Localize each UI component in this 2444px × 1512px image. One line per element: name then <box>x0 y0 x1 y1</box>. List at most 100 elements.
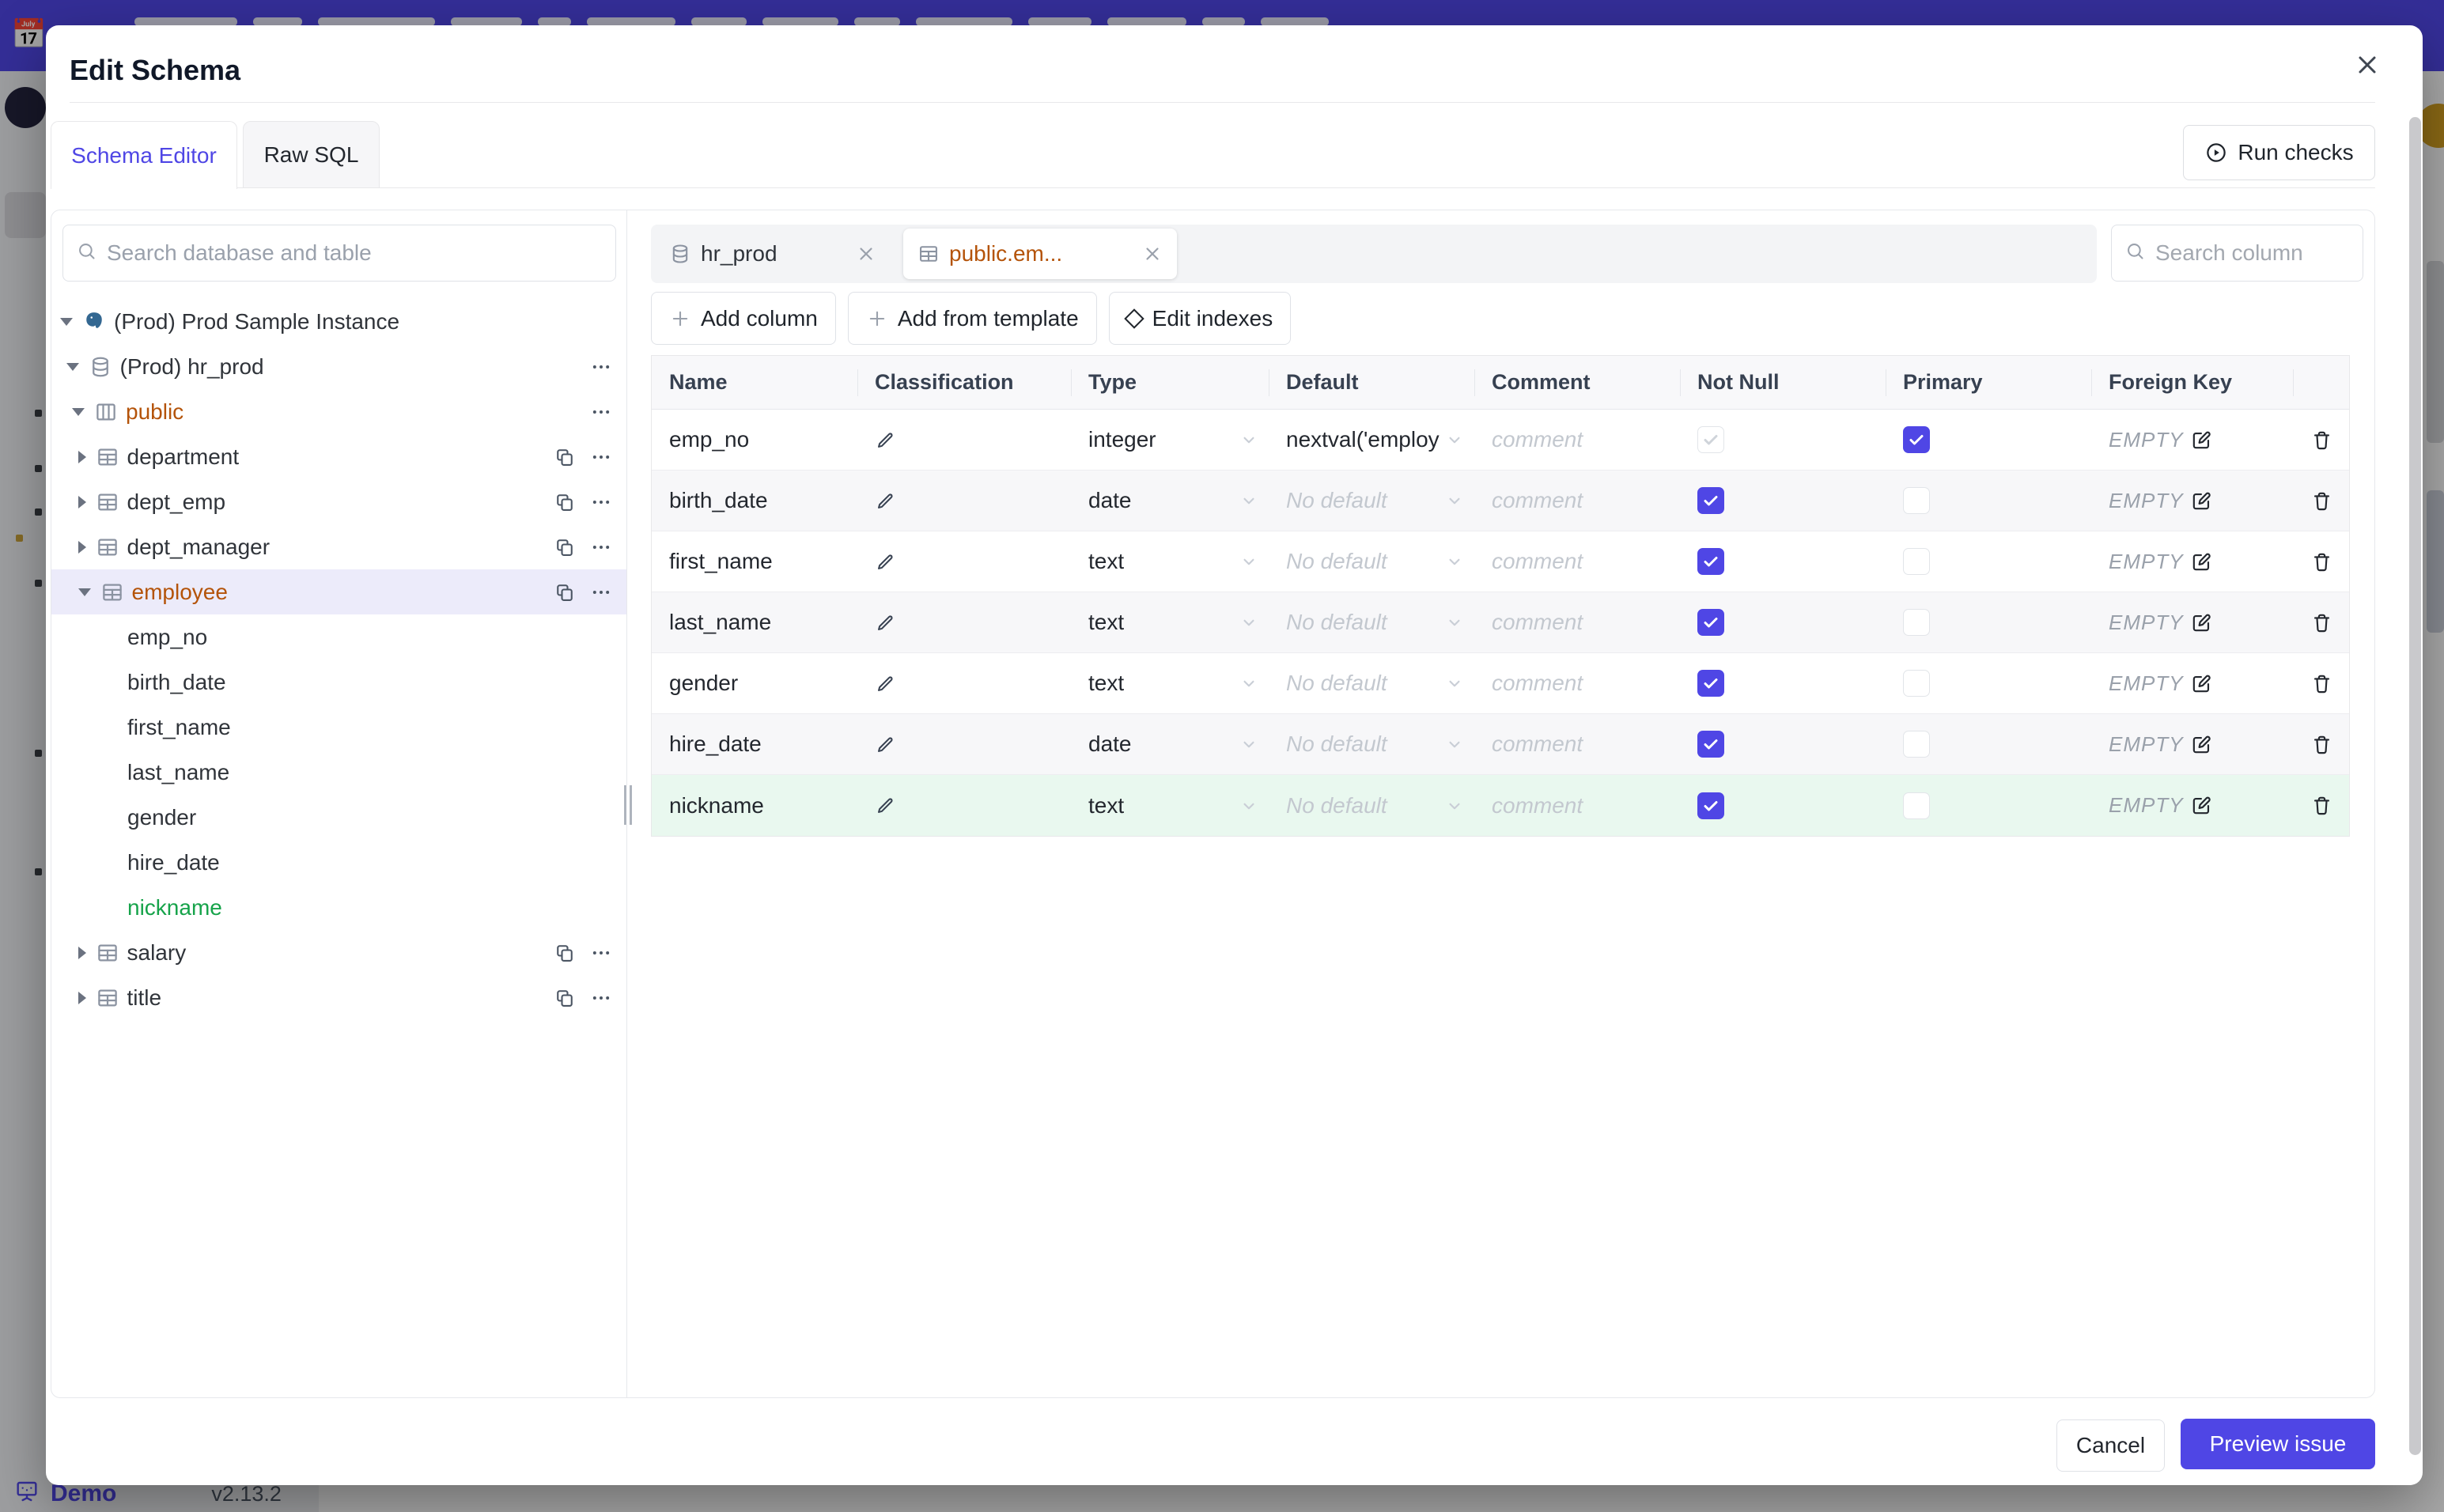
tree-item-first_name[interactable]: first_name <box>51 705 626 750</box>
column-search-input[interactable] <box>2155 240 2321 266</box>
trash-icon[interactable] <box>2310 429 2333 452</box>
more-icon[interactable] <box>590 356 612 378</box>
tree-item-dept_manager[interactable]: dept_manager <box>51 524 626 569</box>
more-icon[interactable] <box>590 401 612 423</box>
modal-scrollbar[interactable] <box>2409 117 2421 1455</box>
copy-icon[interactable] <box>554 581 576 603</box>
primary-checkbox-unchecked[interactable] <box>1903 670 1930 697</box>
comment-field[interactable]: comment <box>1474 410 1680 470</box>
primary-checkbox-unchecked[interactable] <box>1903 487 1930 514</box>
trash-icon[interactable] <box>2310 490 2333 512</box>
tree-item-department[interactable]: department <box>51 434 626 479</box>
copy-icon[interactable] <box>554 536 576 558</box>
tree-item-dept_emp[interactable]: dept_emp <box>51 479 626 524</box>
comment-field[interactable]: comment <box>1474 775 1680 836</box>
comment-field[interactable]: comment <box>1474 471 1680 531</box>
trash-icon[interactable] <box>2310 794 2333 817</box>
cancel-button[interactable]: Cancel <box>2056 1419 2165 1472</box>
default-select[interactable]: No default <box>1269 531 1474 592</box>
copy-icon[interactable] <box>554 491 576 513</box>
trash-icon[interactable] <box>2310 611 2333 634</box>
default-select[interactable]: No default <box>1269 653 1474 713</box>
tree-item--prod-hr_prod[interactable]: (Prod) hr_prod <box>51 344 626 389</box>
edit-foreign-key-icon[interactable] <box>2190 611 2213 634</box>
edit-foreign-key-icon[interactable] <box>2190 429 2213 452</box>
type-select[interactable]: date <box>1071 471 1269 531</box>
caret-down-icon[interactable] <box>78 588 91 596</box>
more-icon[interactable] <box>590 491 612 513</box>
tree-item-public[interactable]: public <box>51 389 626 434</box>
type-select[interactable]: text <box>1071 531 1269 592</box>
column-name-cell[interactable]: last_name <box>652 592 857 652</box>
tree-item-employee[interactable]: employee <box>51 569 626 614</box>
comment-field[interactable]: comment <box>1474 531 1680 592</box>
editor-tab-public-em-[interactable]: public.em... <box>903 229 1177 279</box>
copy-icon[interactable] <box>554 987 576 1009</box>
trash-icon[interactable] <box>2310 550 2333 573</box>
tree-search-input[interactable] <box>107 240 603 266</box>
tab-raw-sql[interactable]: Raw SQL <box>243 121 380 188</box>
editor-tab-hr_prod[interactable]: hr_prod <box>655 229 891 279</box>
type-select[interactable]: date <box>1071 714 1269 774</box>
caret-down-icon[interactable] <box>72 407 85 416</box>
default-select[interactable]: nextval('employ <box>1269 410 1474 470</box>
caret-right-icon[interactable] <box>78 450 86 463</box>
pencil-icon[interactable] <box>875 673 896 694</box>
tree-item-last_name[interactable]: last_name <box>51 750 626 795</box>
type-select[interactable]: text <box>1071 592 1269 652</box>
pencil-icon[interactable] <box>875 429 896 451</box>
primary-checkbox-checked[interactable] <box>1903 426 1930 453</box>
column-name-cell[interactable]: hire_date <box>652 714 857 774</box>
tree-item-emp_no[interactable]: emp_no <box>51 614 626 660</box>
column-name-cell[interactable]: emp_no <box>652 410 857 470</box>
trash-icon[interactable] <box>2310 672 2333 695</box>
caret-right-icon[interactable] <box>78 540 86 554</box>
pencil-icon[interactable] <box>875 490 896 512</box>
tab-schema-editor[interactable]: Schema Editor <box>51 121 237 189</box>
caret-right-icon[interactable] <box>78 991 86 1004</box>
default-select[interactable]: No default <box>1269 775 1474 836</box>
default-select[interactable]: No default <box>1269 714 1474 774</box>
tree-item-nickname[interactable]: nickname <box>51 885 626 930</box>
more-icon[interactable] <box>590 581 612 603</box>
primary-checkbox-unchecked[interactable] <box>1903 792 1930 819</box>
run-checks-button[interactable]: Run checks <box>2183 125 2375 180</box>
add-from-template-button[interactable]: Add from template <box>847 292 1097 345</box>
close-icon[interactable] <box>2348 46 2386 84</box>
edit-foreign-key-icon[interactable] <box>2190 794 2213 817</box>
more-icon[interactable] <box>590 446 612 468</box>
comment-field[interactable]: comment <box>1474 714 1680 774</box>
column-name-cell[interactable]: first_name <box>652 531 857 592</box>
trash-icon[interactable] <box>2310 733 2333 756</box>
caret-down-icon[interactable] <box>66 362 79 371</box>
default-select[interactable]: No default <box>1269 471 1474 531</box>
edit-foreign-key-icon[interactable] <box>2190 490 2213 512</box>
edit-foreign-key-icon[interactable] <box>2190 672 2213 695</box>
close-tab-icon[interactable] <box>856 244 876 264</box>
caret-right-icon[interactable] <box>78 495 86 508</box>
pencil-icon[interactable] <box>875 795 896 816</box>
column-name-cell[interactable]: nickname <box>652 775 857 836</box>
caret-down-icon[interactable] <box>60 317 73 326</box>
not-null-checkbox-checked[interactable] <box>1697 670 1724 697</box>
preview-issue-button[interactable]: Preview issue <box>2181 1419 2375 1469</box>
copy-icon[interactable] <box>554 446 576 468</box>
tree-item--prod-prod-sample-instance[interactable]: (Prod) Prod Sample Instance <box>51 299 626 344</box>
edit-foreign-key-icon[interactable] <box>2190 733 2213 756</box>
primary-checkbox-unchecked[interactable] <box>1903 731 1930 758</box>
not-null-checkbox-checked[interactable] <box>1697 548 1724 575</box>
comment-field[interactable]: comment <box>1474 592 1680 652</box>
primary-checkbox-unchecked[interactable] <box>1903 548 1930 575</box>
comment-field[interactable]: comment <box>1474 653 1680 713</box>
pencil-icon[interactable] <box>875 734 896 755</box>
primary-checkbox-unchecked[interactable] <box>1903 609 1930 636</box>
edit-indexes-button[interactable]: Edit indexes <box>1108 292 1292 345</box>
pencil-icon[interactable] <box>875 551 896 573</box>
copy-icon[interactable] <box>554 942 576 964</box>
edit-foreign-key-icon[interactable] <box>2190 550 2213 573</box>
not-null-checkbox-checked[interactable] <box>1697 487 1724 514</box>
more-icon[interactable] <box>590 987 612 1009</box>
pencil-icon[interactable] <box>875 612 896 633</box>
more-icon[interactable] <box>590 536 612 558</box>
column-name-cell[interactable]: birth_date <box>652 471 857 531</box>
